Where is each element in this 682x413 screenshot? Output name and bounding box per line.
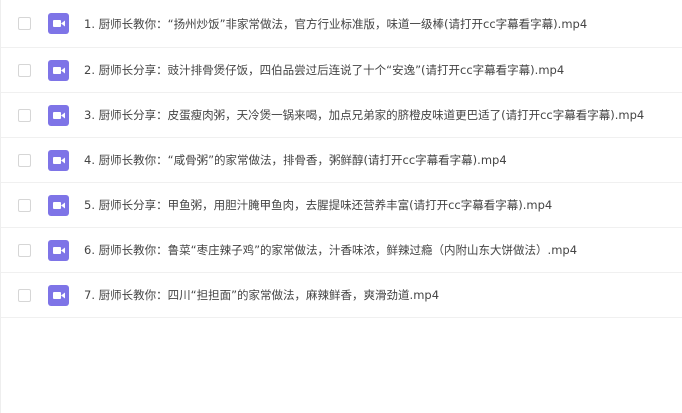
video-file-icon (48, 149, 69, 171)
file-name[interactable]: 3. 厨师长分享：皮蛋瘦肉粥，天冷煲一锅来喝，加点兄弟家的脐橙皮味道更巴适了(请… (84, 107, 674, 123)
row-checkbox[interactable] (18, 108, 31, 122)
row-checkbox[interactable] (18, 288, 31, 302)
file-row[interactable]: 3. 厨师长分享：皮蛋瘦肉粥，天冷煲一锅来喝，加点兄弟家的脐橙皮味道更巴适了(请… (1, 93, 682, 138)
file-name[interactable]: 7. 厨师长教你：四川“担担面”的家常做法，麻辣鲜香，爽滑劲道.mp4 (84, 287, 674, 303)
row-checkbox[interactable] (18, 198, 31, 212)
file-name[interactable]: 4. 厨师长教你：“咸骨粥”的家常做法，排骨香，粥鲜醇(请打开cc字幕看字幕).… (84, 152, 674, 168)
video-file-icon (48, 104, 69, 126)
video-file-icon (48, 194, 69, 216)
row-checkbox[interactable] (18, 63, 31, 77)
row-checkbox[interactable] (18, 243, 31, 257)
file-row[interactable]: 6. 厨师长教你：鲁菜“枣庄辣子鸡”的家常做法，汁香味浓，鲜辣过瘾（内附山东大饼… (1, 228, 682, 273)
file-row[interactable]: 2. 厨师长分享：豉汁排骨煲仔饭，四伯品尝过后连说了十个“安逸”(请打开cc字幕… (1, 48, 682, 93)
file-name[interactable]: 2. 厨师长分享：豉汁排骨煲仔饭，四伯品尝过后连说了十个“安逸”(请打开cc字幕… (84, 62, 674, 78)
file-name[interactable]: 5. 厨师长分享：甲鱼粥，用胆汁腌甲鱼肉，去腥提味还营养丰富(请打开cc字幕看字… (84, 197, 674, 213)
file-row[interactable]: 5. 厨师长分享：甲鱼粥，用胆汁腌甲鱼肉，去腥提味还营养丰富(请打开cc字幕看字… (1, 183, 682, 228)
video-file-icon (48, 284, 69, 306)
row-checkbox[interactable] (18, 17, 31, 30)
video-file-icon (48, 59, 69, 81)
row-checkbox[interactable] (18, 153, 31, 167)
file-list: 1. 厨师长教你：“扬州炒饭”非家常做法，官方行业标准版，味道一级棒(请打开cc… (0, 0, 682, 413)
file-name[interactable]: 6. 厨师长教你：鲁菜“枣庄辣子鸡”的家常做法，汁香味浓，鲜辣过瘾（内附山东大饼… (84, 242, 674, 258)
file-row[interactable]: 7. 厨师长教你：四川“担担面”的家常做法，麻辣鲜香，爽滑劲道.mp4 (1, 273, 682, 318)
video-file-icon (48, 13, 69, 34)
file-row[interactable]: 4. 厨师长教你：“咸骨粥”的家常做法，排骨香，粥鲜醇(请打开cc字幕看字幕).… (1, 138, 682, 183)
file-name[interactable]: 1. 厨师长教你：“扬州炒饭”非家常做法，官方行业标准版，味道一级棒(请打开cc… (84, 16, 674, 32)
video-file-icon (48, 239, 69, 261)
file-row[interactable]: 1. 厨师长教你：“扬州炒饭”非家常做法，官方行业标准版，味道一级棒(请打开cc… (1, 0, 682, 48)
